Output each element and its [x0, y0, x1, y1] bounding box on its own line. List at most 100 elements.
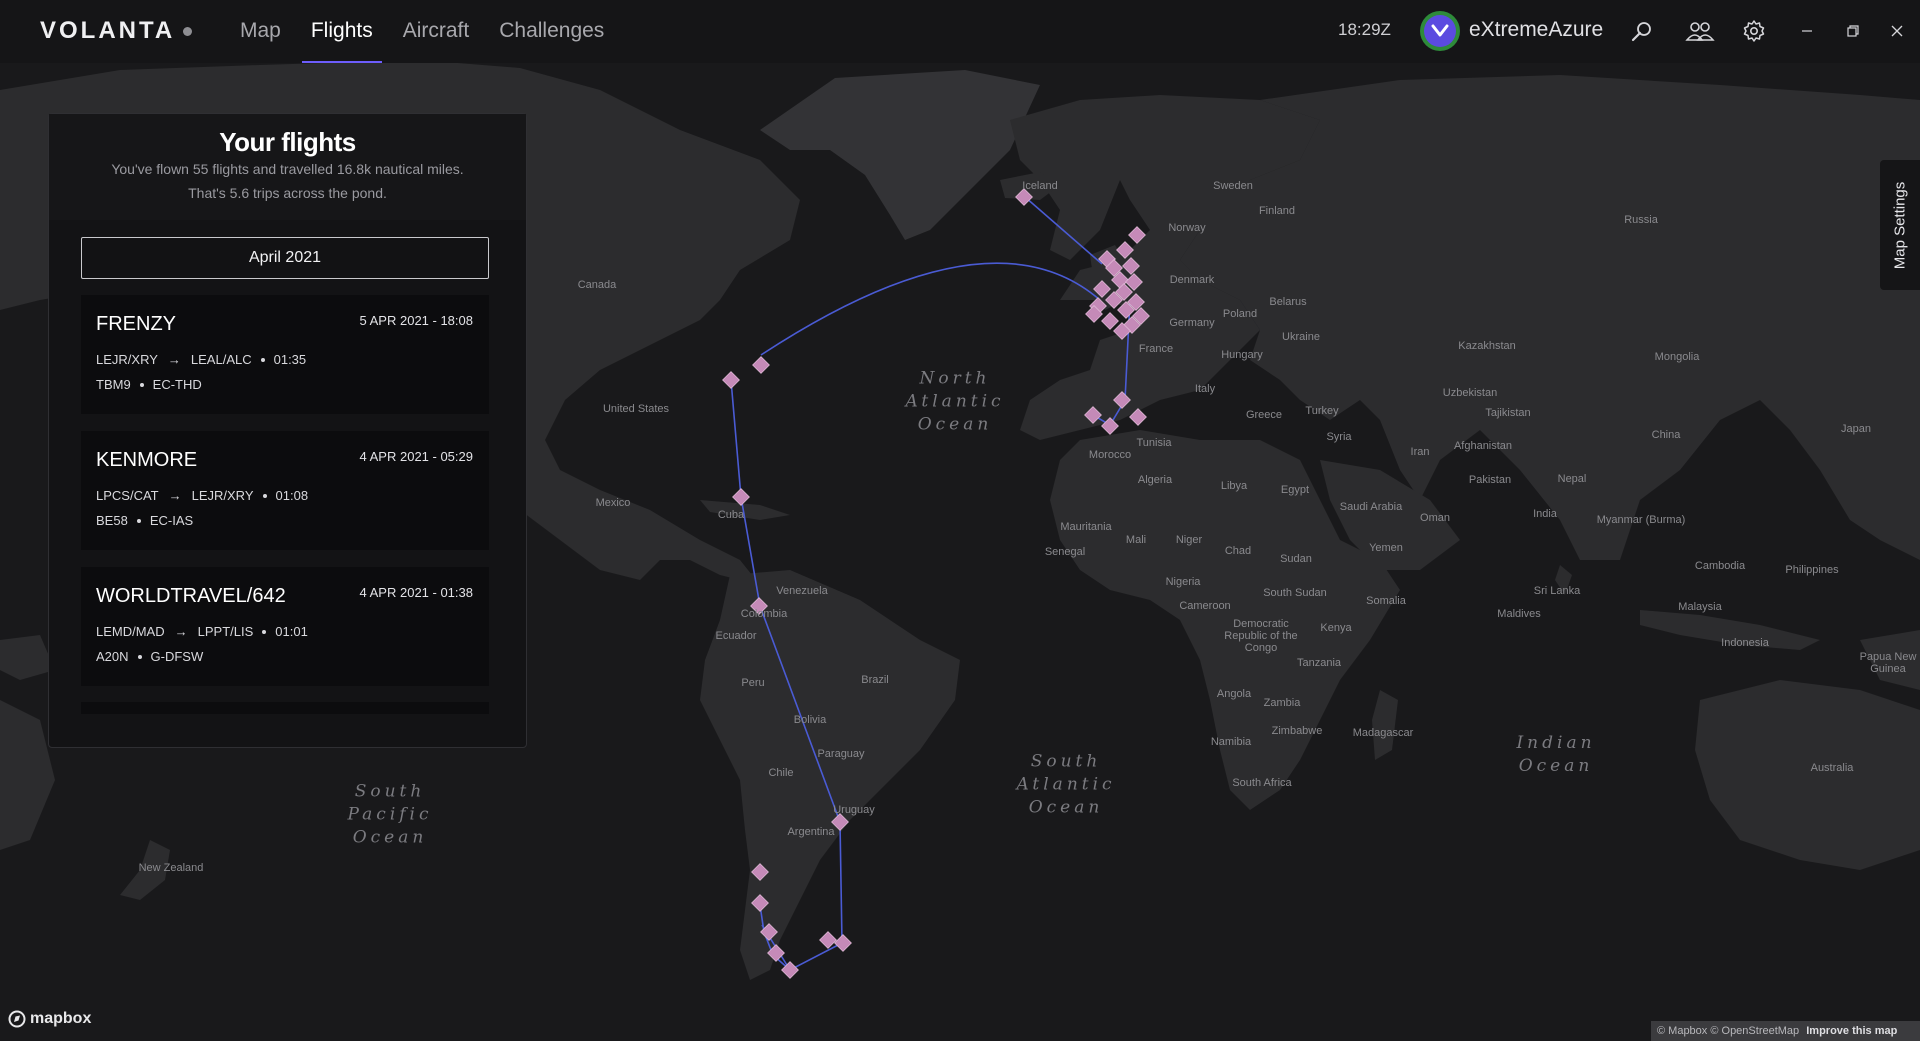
flight-card-partial[interactable]: [81, 702, 489, 714]
attribution-text[interactable]: © Mapbox © OpenStreetMap: [1657, 1025, 1799, 1037]
airport-marker: [1116, 241, 1134, 259]
country-label: Oman: [1420, 512, 1450, 524]
country-label: Kazakhstan: [1458, 340, 1516, 352]
separator-dot-icon: [139, 382, 144, 387]
country-label: China: [1651, 429, 1681, 441]
airport-marker: [722, 371, 740, 389]
separator-dot-icon: [262, 629, 267, 634]
close-icon[interactable]: [1883, 17, 1911, 45]
flight-route: LEJR/XRY → LEAL/ALC 01:35: [96, 352, 306, 367]
brand-logo[interactable]: VOLANTA: [40, 17, 193, 45]
nav-tab-flights[interactable]: Flights: [296, 0, 388, 63]
airport-marker: [834, 934, 852, 952]
airport-marker: [819, 931, 837, 949]
aircraft-type: A20N: [96, 649, 129, 664]
top-navigation-bar: VOLANTA Map Flights Aircraft Challenges …: [0, 0, 1920, 63]
panel-title: Your flights: [219, 127, 356, 157]
ocean-label-south-atlantic: South Atlantic Ocean: [1016, 751, 1116, 818]
country-label: Malaysia: [1678, 601, 1722, 613]
country-label: Venezuela: [776, 585, 828, 597]
country-label: Algeria: [1137, 474, 1173, 486]
country-label: Finland: [1258, 205, 1296, 217]
map-settings-label: Map Settings: [1891, 181, 1909, 269]
country-label: Greece: [1245, 409, 1283, 421]
gear-icon[interactable]: [1740, 17, 1768, 45]
month-filter-button[interactable]: April 2021: [81, 237, 489, 279]
improve-map-link[interactable]: Improve this map: [1806, 1025, 1897, 1037]
country-label: Peru: [741, 677, 765, 689]
flight-card[interactable]: KENMORE 4 APR 2021 - 05:29 LPCS/CAT → LE…: [81, 431, 489, 550]
country-label: Sri Lanka: [1533, 585, 1581, 597]
country-label: Sweden: [1213, 180, 1253, 192]
country-label: Pakistan: [1468, 474, 1512, 486]
utc-clock: 18:29Z: [1338, 20, 1391, 39]
country-label: Belarus: [1269, 296, 1307, 308]
country-label: Zambia: [1263, 697, 1301, 709]
separator-dot-icon: [137, 654, 142, 659]
country-label: France: [1138, 343, 1174, 355]
airport-marker: [752, 356, 770, 374]
arrow-right-icon: →: [168, 488, 182, 503]
country-label: Colombia: [740, 608, 788, 620]
ocean-label-north-atlantic: North Atlantic Ocean: [905, 368, 1005, 435]
mapbox-icon: [8, 1010, 26, 1028]
country-label: Mauritania: [1060, 521, 1112, 533]
minimize-icon[interactable]: [1793, 17, 1821, 45]
airport-marker: [1113, 391, 1131, 409]
aircraft-registration: EC-THD: [152, 377, 202, 392]
map-settings-tab[interactable]: Map Settings: [1880, 160, 1920, 290]
country-label: Ecuador: [715, 630, 757, 642]
country-label: Cambodia: [1694, 560, 1746, 572]
nav-tab-aircraft[interactable]: Aircraft: [388, 0, 485, 63]
map-attribution[interactable]: © Mapbox © OpenStreetMap Improve this ma…: [1651, 1021, 1920, 1041]
avatar[interactable]: [1420, 11, 1460, 51]
country-label: Maldives: [1497, 608, 1541, 620]
mapbox-logo[interactable]: mapbox: [8, 1010, 91, 1028]
brand-name: VOLANTA: [40, 17, 176, 44]
nav-tab-map[interactable]: Map: [225, 0, 296, 63]
separator-dot-icon: [260, 357, 265, 362]
avatar-badge: [1424, 15, 1456, 47]
flights-summary: Your flights You've flown 55 flights and…: [49, 114, 526, 220]
flight-origin: LPCS/CAT: [96, 488, 159, 503]
flight-card[interactable]: WORLDTRAVEL/642 4 APR 2021 - 01:38 LEMD/…: [81, 567, 489, 686]
restore-icon[interactable]: [1839, 17, 1867, 45]
country-label: Australia: [1810, 762, 1854, 774]
country-label: Zimbabwe: [1271, 725, 1323, 737]
airport-marker: [1129, 408, 1147, 426]
flight-card[interactable]: FRENZY 5 APR 2021 - 18:08 LEJR/XRY → LEA…: [81, 295, 489, 414]
friends-icon[interactable]: [1684, 17, 1716, 45]
airport-marker: [732, 488, 750, 506]
flight-destination: LPPT/LIS: [197, 624, 254, 639]
nav-tab-challenges[interactable]: Challenges: [484, 0, 619, 63]
country-label: Brazil: [861, 674, 889, 686]
country-label: Cuba: [717, 509, 745, 521]
country-label: Kenya: [1320, 622, 1352, 634]
country-label: Libya: [1220, 480, 1248, 492]
flight-callsign: FRENZY: [96, 313, 176, 335]
country-label: New Zealand: [138, 862, 204, 874]
country-label: Mali: [1125, 534, 1147, 546]
country-label: Afghanistan: [1453, 440, 1513, 452]
airport-marker: [1122, 257, 1140, 275]
country-label: Tunisia: [1136, 437, 1172, 449]
flight-aircraft: BE58 EC-IAS: [96, 513, 193, 528]
country-label: Turkey: [1305, 405, 1339, 417]
aircraft-type: TBM9: [96, 377, 131, 392]
country-label: Russia: [1624, 214, 1658, 226]
ocean-label-south-pacific: South Pacific Ocean: [347, 781, 433, 848]
airport-marker: [1093, 280, 1111, 298]
country-label: Yemen: [1369, 542, 1403, 554]
flight-duration: 01:08: [275, 488, 309, 503]
username[interactable]: eXtremeAzure: [1469, 18, 1603, 42]
separator-dot-icon: [262, 493, 267, 498]
search-icon[interactable]: [1628, 17, 1656, 45]
country-label: Iceland: [1022, 180, 1058, 192]
aircraft-type: BE58: [96, 513, 128, 528]
country-label: Papua New Guinea: [1859, 651, 1917, 675]
flight-aircraft: A20N G-DFSW: [96, 649, 203, 664]
country-label: Mexico: [595, 497, 631, 509]
country-label: Nigeria: [1165, 576, 1201, 588]
country-label: United States: [602, 403, 670, 415]
country-label: Egypt: [1280, 484, 1310, 496]
